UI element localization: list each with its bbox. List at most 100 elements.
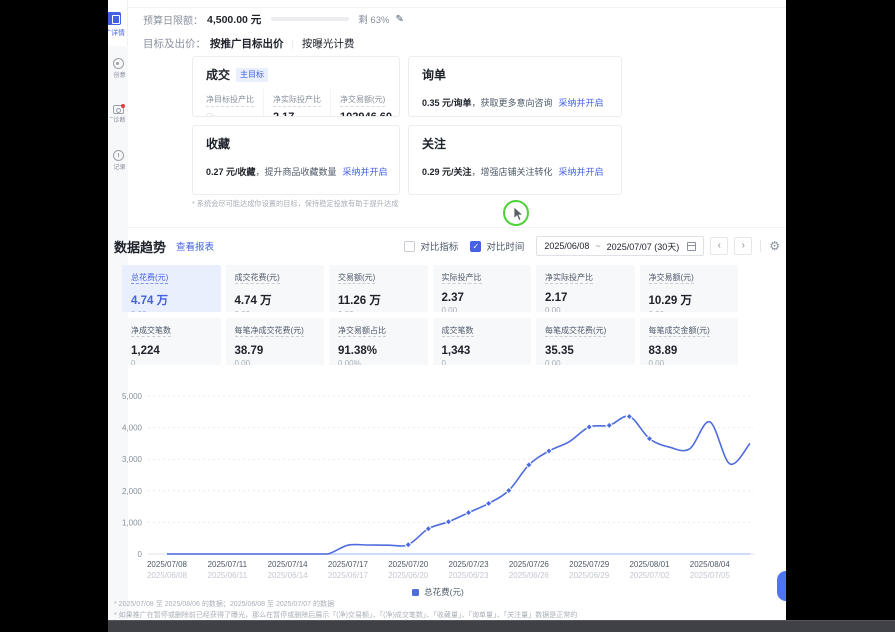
primary-goal-badge: 主目标: [236, 68, 268, 82]
date-range-picker[interactable]: 2025/06/08 ~ 2025/07/07 (30天): [536, 236, 704, 256]
goal-cards: 成交 主目标 净目标投产比 ⓘ 2.45✎ 净实际投产比 2.17 净交易额(元…: [192, 56, 622, 195]
tile-value: 83.89: [649, 345, 730, 357]
svg-text:2025/06/29: 2025/06/29: [569, 571, 610, 580]
prev-period-button[interactable]: ‹: [710, 237, 728, 255]
edge-floating-button[interactable]: [777, 571, 786, 601]
tile-label: 每笔净成交花费(元): [235, 325, 304, 337]
tab-separator: |: [292, 39, 294, 49]
idea-icon: [113, 58, 124, 69]
notification-dot: [121, 104, 125, 108]
svg-text:2025/07/23: 2025/07/23: [449, 560, 490, 569]
tab-bid-by-impression[interactable]: 按曝光计费: [302, 36, 355, 51]
trend-title: 数据趋势: [114, 237, 166, 256]
info-icon[interactable]: ⓘ: [206, 112, 214, 117]
svg-text:2025/08/04: 2025/08/04: [690, 560, 731, 569]
metric-tile-3[interactable]: 实际投产比2.370.00: [433, 265, 532, 312]
compare-metric-checkbox[interactable]: [404, 241, 415, 252]
trend-chart: 01,0002,0003,0004,0005,0002025/07/082025…: [112, 388, 762, 590]
legend-label: 总花费(元): [424, 586, 464, 598]
compare-time-checkbox[interactable]: ✓: [470, 241, 481, 252]
card-deal: 成交 主目标 净目标投产比 ⓘ 2.45✎ 净实际投产比 2.17 净交易额(元…: [192, 56, 400, 117]
metric-tile-9[interactable]: 成交笔数1,3430: [433, 318, 532, 365]
budget-value: 4,500.00 元: [207, 12, 261, 27]
footnote-period: * 2025/07/08 至 2025/08/06 的数据；2025/06/08…: [114, 599, 769, 610]
tile-sub: 0.00: [131, 310, 212, 312]
metric-tile-7[interactable]: 每笔净成交花费(元)38.790.00: [226, 318, 325, 365]
trend-header: 数据趋势 查看报表 对比指标 ✓ 对比时间 2025/06/08 ~ 2025/…: [114, 234, 780, 258]
mouse-cursor: [513, 207, 524, 222]
sidebar-item-creative[interactable]: 创意: [108, 58, 128, 82]
metric-tile-10[interactable]: 每笔成交花费(元)35.350.00: [536, 318, 635, 365]
metric-tile-8[interactable]: 净交易额占比91.38%0.00%: [329, 318, 428, 365]
goal-bid-row: 目标及出价： 按推广目标出价 | 按曝光计费: [143, 36, 354, 51]
svg-text:2025/06/17: 2025/06/17: [328, 571, 369, 580]
tile-label: 成交花费(元): [235, 272, 280, 284]
date-start: 2025/06/08: [544, 241, 589, 251]
tile-label: 每笔成交金额(元): [649, 325, 710, 337]
tile-value: 1,343: [442, 345, 523, 357]
budget-progressbar: [271, 17, 349, 21]
tile-sub: 0.00: [235, 359, 316, 365]
tile-value: 35.35: [545, 345, 626, 357]
card-favorite-title: 收藏: [206, 135, 230, 152]
metric-tile-0[interactable]: 总花费(元)4.74 万0.00: [122, 265, 221, 312]
metric-tile-1[interactable]: 成交花费(元)4.74 万0.00: [226, 265, 325, 312]
tile-value: 2.37: [442, 292, 523, 304]
tile-sub: 0.00: [649, 359, 730, 365]
svg-text:5,000: 5,000: [122, 392, 143, 401]
sidebar-item-diagnosis[interactable]: 广诊断: [108, 104, 128, 127]
svg-text:2025/07/02: 2025/07/02: [629, 571, 670, 580]
budget-row: 预算日限额： 4,500.00 元 剩 63% ✎: [143, 11, 404, 27]
tile-value: 4.74 万: [131, 292, 212, 308]
sidebar-item-records[interactable]: 记录: [108, 150, 128, 174]
svg-text:2025/06/08: 2025/06/08: [147, 571, 188, 580]
card-follow-title: 关注: [422, 135, 446, 152]
tile-value: 4.74 万: [235, 292, 316, 308]
adopt-link-inquiry[interactable]: 采纳并开启: [559, 98, 604, 108]
top-divider: [128, 7, 786, 8]
metric-tile-4[interactable]: 净实际投产比2.170.00: [536, 265, 635, 312]
tile-label: 每笔成交花费(元): [545, 325, 606, 337]
view-report-link[interactable]: 查看报表: [176, 239, 214, 253]
sidebar-item-active-label[interactable]: 广详情: [108, 28, 125, 37]
tile-value: 10.29 万: [649, 292, 730, 308]
svg-text:3,000: 3,000: [122, 455, 143, 464]
screenshot-stage: 广详情 创意 广诊断 记录 预算日限额： 4,500.00 元: [0, 0, 895, 632]
svg-text:0: 0: [138, 550, 143, 559]
svg-text:1,000: 1,000: [122, 518, 143, 527]
adopt-link-follow[interactable]: 采纳并开启: [559, 167, 604, 177]
svg-text:2025/06/23: 2025/06/23: [449, 571, 490, 580]
tab-bid-by-goal[interactable]: 按推广目标出价: [210, 36, 284, 51]
sidebar-item-active[interactable]: [108, 12, 121, 25]
metric-tile-5[interactable]: 净交易额(元)10.29 万0.00: [640, 265, 739, 312]
svg-text:2025/07/17: 2025/07/17: [328, 560, 369, 569]
edit-budget-icon[interactable]: ✎: [395, 14, 403, 25]
metric-tile-11[interactable]: 每笔成交金额(元) 83.89 0.00: [640, 318, 739, 365]
adopt-link-favorite[interactable]: 采纳并开启: [343, 167, 388, 177]
tile-sub: 0: [442, 359, 523, 365]
metric-tile-6[interactable]: 净成交笔数1,2240: [122, 318, 221, 365]
card-favorite: 收藏 0.27 元/收藏，提升商品收藏数量采纳并开启: [192, 125, 400, 195]
card-inquiry-title: 询单: [422, 66, 446, 83]
svg-text:2025/06/26: 2025/06/26: [509, 571, 550, 580]
svg-text:2025/06/20: 2025/06/20: [388, 571, 429, 580]
tile-label: 交易额(元): [338, 272, 375, 284]
gear-icon[interactable]: ⚙: [769, 239, 780, 253]
svg-text:2025/07/11: 2025/07/11: [208, 560, 248, 569]
next-period-button[interactable]: ›: [734, 237, 752, 255]
metric-tile-2[interactable]: 交易额(元) 11.26 万 0.00: [329, 265, 428, 312]
svg-text:2025/07/20: 2025/07/20: [388, 560, 429, 569]
tile-value: 11.26 万: [338, 292, 419, 308]
tile-sub: 0.00: [338, 310, 419, 312]
svg-text:2025/07/29: 2025/07/29: [569, 560, 610, 569]
compare-metric-label[interactable]: 对比指标: [420, 239, 458, 253]
chart-legend[interactable]: 总花费(元): [108, 586, 768, 598]
svg-text:2025/07/05: 2025/07/05: [690, 571, 731, 580]
svg-text:2025/06/14: 2025/06/14: [268, 571, 309, 580]
tile-label: 净实际投产比: [545, 272, 593, 284]
goal-cards-note: * 系统会尽可能达成你设置的目标，保持稳定投放有助于提升达成: [192, 198, 398, 208]
compare-time-label[interactable]: 对比时间: [486, 239, 524, 253]
svg-text:2025/07/08: 2025/07/08: [147, 560, 188, 569]
legend-swatch: [412, 589, 419, 596]
deal-metric-target-roi: 净目标投产比 ⓘ 2.45✎: [206, 89, 264, 117]
